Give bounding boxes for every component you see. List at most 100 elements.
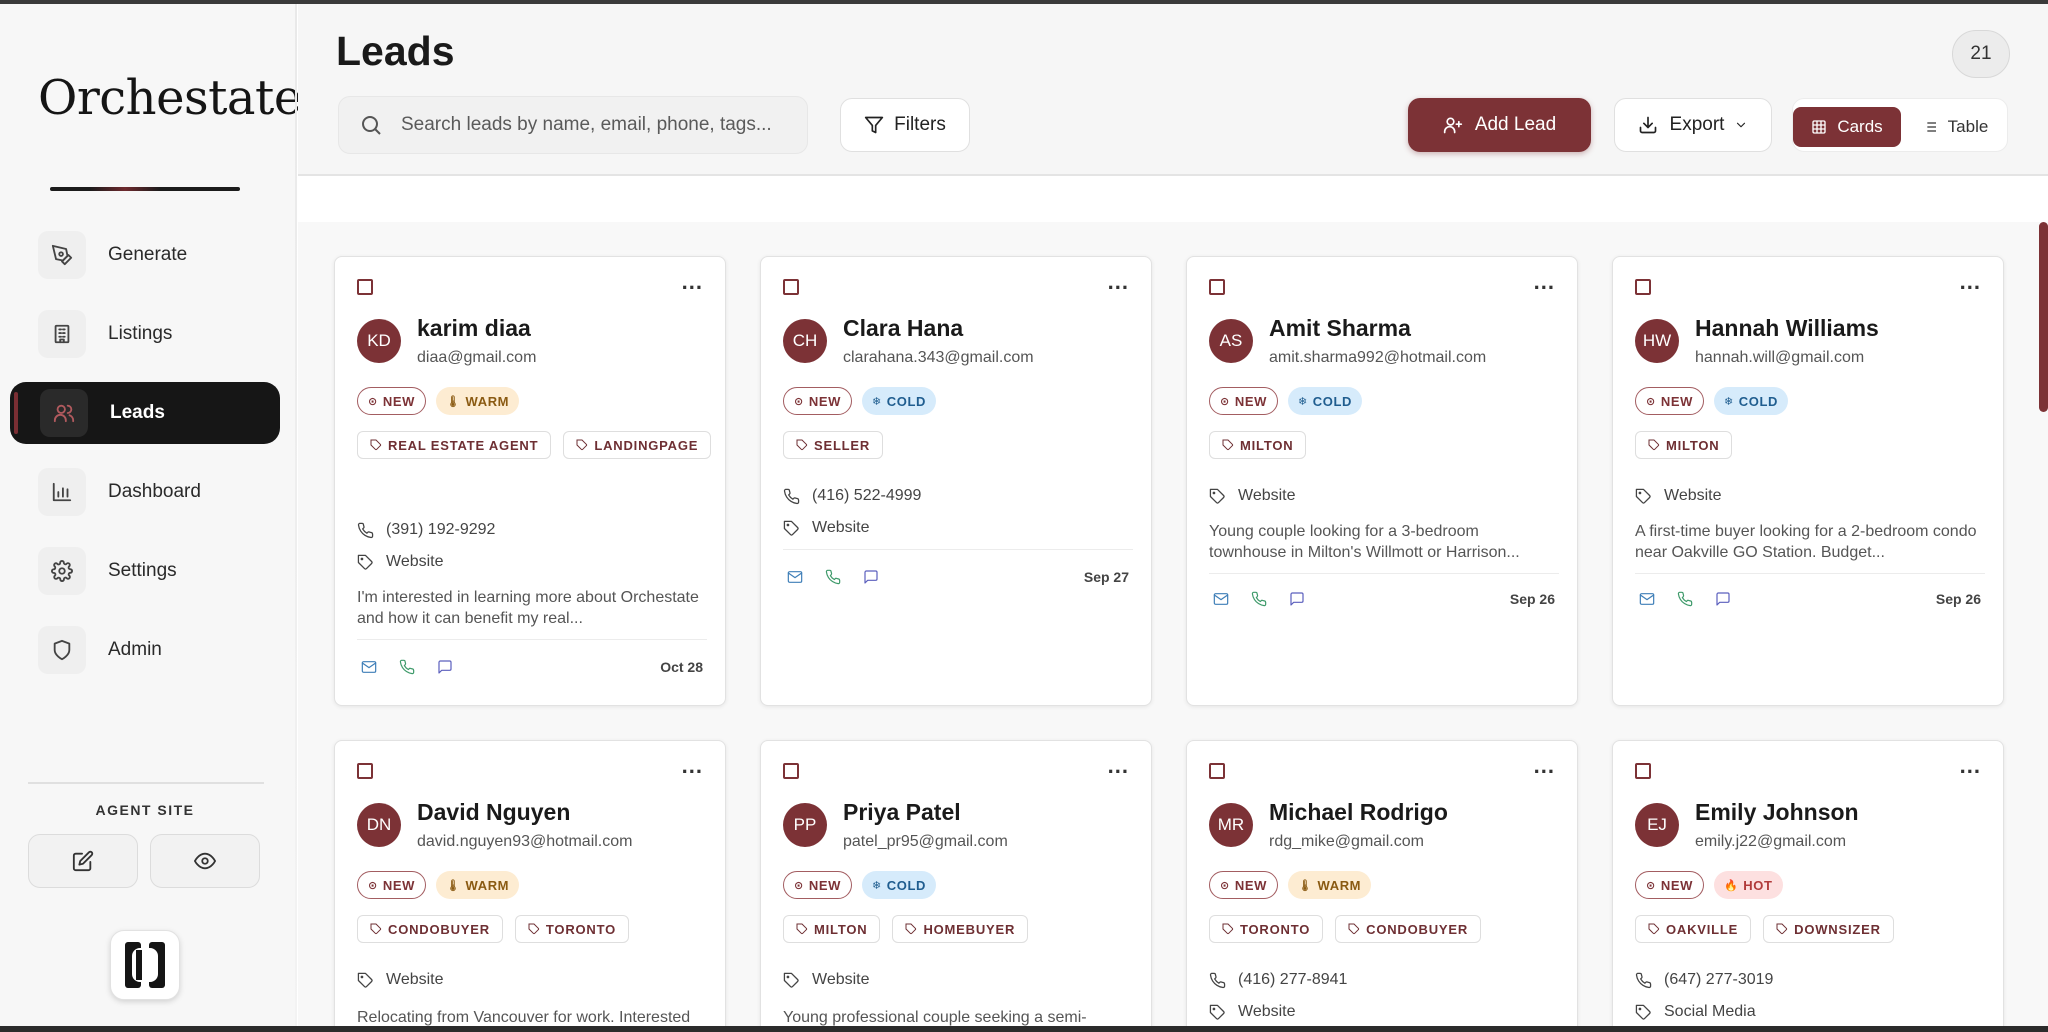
tag-icon — [905, 923, 917, 935]
tag-icon — [1648, 439, 1660, 451]
email-action-button[interactable] — [1639, 591, 1655, 607]
gear-icon — [38, 547, 86, 595]
sidebar-item-leads[interactable]: Leads — [10, 382, 280, 444]
select-checkbox[interactable] — [357, 279, 373, 295]
mail-icon — [361, 661, 377, 673]
lead-card[interactable]: ... DN David Nguyen david.nguyen93@hotma… — [334, 740, 726, 1026]
tag-chip: MILTON — [783, 915, 881, 943]
avatar: CH — [783, 319, 827, 363]
sidebar-item-dashboard[interactable]: Dashboard — [10, 461, 280, 523]
tag-icon — [357, 554, 373, 570]
phone-row: (647) 277-3019 — [1635, 971, 1773, 989]
message-action-button[interactable] — [863, 569, 879, 585]
lead-date: Sep 26 — [1935, 591, 1981, 607]
message-action-button[interactable] — [1715, 591, 1731, 607]
sidebar-item-label: Admin — [108, 639, 162, 660]
phone-icon — [1635, 972, 1652, 988]
chevron-down-icon — [1737, 122, 1746, 128]
lead-card[interactable]: ... KD karim diaa diaa@gmail.com ⊙ NEW 🌡 W… — [334, 256, 726, 706]
lead-card[interactable]: ... MR Michael Rodrigo rdg_mike@gmail.co… — [1186, 740, 1578, 1026]
cards-view-button[interactable]: Cards — [1793, 107, 1901, 147]
call-action-button[interactable] — [1251, 591, 1267, 607]
tag-icon — [796, 439, 808, 451]
source-row: Website — [357, 971, 444, 989]
phone-icon — [399, 659, 415, 675]
more-options-button[interactable]: ... — [1108, 269, 1129, 295]
tag-icon — [1648, 923, 1660, 935]
scrollbar[interactable] — [2039, 222, 2048, 412]
filters-label: Filters — [894, 114, 946, 135]
more-options-button[interactable]: ... — [1108, 753, 1129, 779]
lead-card[interactable]: ... AS Amit Sharma amit.sharma992@hotmai… — [1186, 256, 1578, 706]
tag-icon — [1222, 439, 1234, 451]
more-options-button[interactable]: ... — [682, 753, 703, 779]
tag-icon — [370, 923, 382, 935]
message-action-button[interactable] — [1289, 591, 1305, 607]
table-view-button[interactable]: Table — [1907, 107, 2003, 147]
preview-site-button[interactable] — [150, 834, 260, 888]
select-checkbox[interactable] — [1209, 763, 1225, 779]
sidebar-item-label: Dashboard — [108, 481, 201, 502]
more-options-button[interactable]: ... — [1534, 753, 1555, 779]
filter-icon — [864, 116, 884, 134]
pen-tool-icon — [38, 231, 86, 279]
more-options-button[interactable]: ... — [1960, 753, 1981, 779]
avatar: MR — [1209, 803, 1253, 847]
select-checkbox[interactable] — [783, 279, 799, 295]
call-action-button[interactable] — [1677, 591, 1693, 607]
lead-card[interactable]: ... PP Priya Patel patel_pr95@gmail.com … — [760, 740, 1152, 1026]
phone-row: (391) 192-9292 — [357, 521, 495, 539]
select-checkbox[interactable] — [357, 763, 373, 779]
call-action-button[interactable] — [825, 569, 841, 585]
email-action-button[interactable] — [787, 569, 803, 585]
tag-chip: CONDOBUYER — [1335, 915, 1482, 943]
edit-site-button[interactable] — [28, 834, 138, 888]
phone-icon — [783, 488, 800, 504]
more-options-button[interactable]: ... — [682, 269, 703, 295]
sidebar-item-settings[interactable]: Settings — [10, 540, 280, 602]
status-badge: ⊙ NEW — [1209, 871, 1278, 899]
temperature-badge: ❄ COLD — [1287, 387, 1363, 415]
lead-card[interactable]: ... CH Clara Hana clarahana.343@gmail.co… — [760, 256, 1152, 706]
sidebar-item-listings[interactable]: Listings — [10, 303, 280, 365]
avatar: DN — [357, 803, 401, 847]
lead-date: Sep 26 — [1509, 591, 1555, 607]
source-row: Social Media — [1635, 1003, 1756, 1021]
sidebar-item-admin[interactable]: Admin — [10, 619, 280, 681]
more-options-button[interactable]: ... — [1534, 269, 1555, 295]
message-action-button[interactable] — [437, 659, 453, 675]
page-title: Leads — [336, 28, 455, 74]
select-checkbox[interactable] — [1635, 763, 1651, 779]
status-badge: ⊙ NEW — [783, 387, 852, 415]
tag-icon — [576, 439, 588, 451]
mail-icon — [1213, 593, 1229, 605]
select-checkbox[interactable] — [783, 763, 799, 779]
tag-icon — [357, 972, 373, 988]
filters-button[interactable]: Filters — [840, 98, 970, 152]
lead-note: Young professional couple seeking a semi… — [783, 1009, 1087, 1026]
tag-icon — [783, 972, 799, 988]
lead-card[interactable]: ... EJ Emily Johnson emily.j22@gmail.com… — [1612, 740, 2004, 1026]
call-action-button[interactable] — [399, 659, 415, 675]
email-action-button[interactable] — [1213, 591, 1229, 607]
phone-icon — [1209, 972, 1226, 988]
select-checkbox[interactable] — [1209, 279, 1225, 295]
lead-email: hannah.will@gmail.com — [1695, 349, 1865, 366]
tag-chip: DOWNSIZER — [1763, 915, 1894, 943]
lead-card[interactable]: ... HW Hannah Williams hannah.will@gmail… — [1612, 256, 2004, 706]
email-action-button[interactable] — [361, 659, 377, 675]
search-input[interactable] — [401, 114, 801, 136]
export-button[interactable]: Export — [1614, 98, 1772, 152]
sidebar-item-generate[interactable]: Generate — [10, 224, 280, 286]
lead-note: Relocating from Vancouver for work. Inte… — [357, 1009, 691, 1026]
lead-name: Hannah Williams — [1695, 315, 1879, 341]
more-options-button[interactable]: ... — [1960, 269, 1981, 295]
tag-icon — [1209, 1004, 1225, 1020]
sidebar-item-label: Listings — [108, 323, 173, 344]
mail-icon — [1639, 593, 1655, 605]
add-lead-button[interactable]: Add Lead — [1408, 98, 1591, 152]
agent-site-label: AGENT SITE — [95, 802, 195, 818]
select-checkbox[interactable] — [1635, 279, 1651, 295]
phone-icon — [1251, 591, 1267, 607]
tag-chip: CONDOBUYER — [357, 915, 503, 943]
